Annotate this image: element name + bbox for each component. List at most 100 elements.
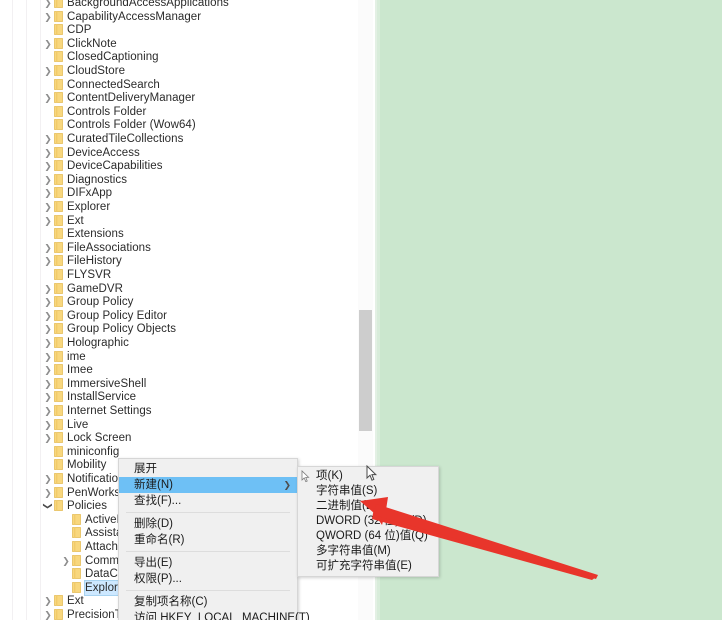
tree-item[interactable]: ❯ ClickNote <box>0 37 117 51</box>
chevron-right-icon[interactable]: ❯ <box>42 350 54 364</box>
tree-item[interactable]: ❯ Group Policy <box>0 295 133 309</box>
context-menu-item[interactable]: 权限(P)... <box>119 571 297 587</box>
submenu-item[interactable]: 二进制值(B) <box>298 499 438 514</box>
context-menu-item[interactable]: 展开 <box>119 461 297 477</box>
chevron-right-icon[interactable]: ❯ <box>42 486 54 500</box>
chevron-right-icon[interactable]: ❯ <box>42 390 54 404</box>
chevron-right-icon[interactable]: ❯ <box>42 295 54 309</box>
context-menu-item[interactable]: 查找(F)... <box>119 493 297 509</box>
chevron-right-icon[interactable]: ❯ <box>42 431 54 445</box>
tree-item[interactable]: ❯ CuratedTileCollections <box>0 132 183 146</box>
context-menu-item[interactable]: 新建(N) ❯ <box>119 477 297 493</box>
chevron-right-icon[interactable]: ❯ <box>42 594 54 608</box>
tree-item[interactable]: ❯ Diagnostics <box>0 173 127 187</box>
chevron-right-icon[interactable]: ❯ <box>42 159 54 173</box>
chevron-right-icon[interactable]: ❯ <box>42 336 54 350</box>
chevron-right-icon[interactable]: ❯ <box>42 254 54 268</box>
tree-item[interactable]: ❯ Ext <box>0 214 84 228</box>
chevron-right-icon[interactable]: ❯ <box>42 608 54 620</box>
chevron-right-icon[interactable]: ❯ <box>42 64 54 78</box>
chevron-right-icon[interactable]: ❯ <box>42 363 54 377</box>
tree-item[interactable]: ❯ DeviceCapabilities <box>0 159 163 173</box>
submenu-item-label: 多字符串值(M) <box>316 545 391 557</box>
tree-item[interactable]: ❯ Notifications <box>0 472 130 486</box>
context-menu-item[interactable]: 重命名(R) <box>119 532 297 548</box>
context-menu-item[interactable]: 导出(E) <box>119 555 297 571</box>
vertical-scrollbar-thumb[interactable] <box>359 310 372 431</box>
tree-item[interactable]: ❯ Policies <box>0 499 107 513</box>
folder-icon <box>54 364 63 376</box>
folder-icon <box>54 391 63 403</box>
chevron-right-icon[interactable]: ❯ <box>42 418 54 432</box>
tree-item[interactable]: ❯ Comms <box>0 554 125 568</box>
tree-item[interactable]: ❯ CapabilityAccessManager <box>0 10 201 24</box>
tree-item[interactable]: ❯ BackgroundAccessApplications <box>0 0 229 10</box>
context-menu[interactable]: 展开 新建(N) ❯ 查找(F)... 删除(D) 重命名(R) 导出(E) 权限(P)...… <box>118 458 310 620</box>
tree-item[interactable]: ❯ Ext <box>0 594 84 608</box>
tree-item[interactable]: Explorer <box>0 579 130 596</box>
tree-item[interactable]: ❯ Holographic <box>0 336 129 350</box>
tree-item[interactable]: ❯ GameDVR <box>0 282 123 296</box>
chevron-right-icon[interactable]: ❯ <box>42 146 54 160</box>
context-menu-item-label: 查找(F)... <box>134 495 182 507</box>
context-menu-item[interactable]: 访问 HKEY_LOCAL_MACHINE(T) <box>119 610 310 620</box>
submenu-item[interactable]: 字符串值(S) <box>298 484 438 499</box>
chevron-down-icon[interactable]: ❯ <box>41 500 55 512</box>
context-menu-item[interactable]: 删除(D) <box>119 516 297 532</box>
tree-item[interactable]: ❯ Explorer <box>0 200 110 214</box>
context-menu-item[interactable]: 复制项名称(C) <box>119 594 297 610</box>
tree-item[interactable]: ❯ Group Policy Editor <box>0 309 167 323</box>
submenu-item[interactable]: 可扩充字符串值(E) <box>298 559 438 574</box>
tree-item[interactable]: ❯ ImmersiveShell <box>0 377 146 391</box>
tree-item[interactable]: Mobility <box>0 458 106 472</box>
tree-item[interactable]: ❯ ime <box>0 350 86 364</box>
tree-item[interactable]: ClosedCaptioning <box>0 50 159 64</box>
chevron-right-icon[interactable]: ❯ <box>42 309 54 323</box>
new-submenu[interactable]: 项(K) 字符串值(S) 二进制值(B) DWORD (32 位)值(D) QWORD … <box>297 466 439 577</box>
tree-item[interactable]: ❯ Imee <box>0 363 93 377</box>
tree-item[interactable]: ❯ Group Policy Objects <box>0 322 176 336</box>
chevron-right-icon[interactable]: ❯ <box>42 377 54 391</box>
chevron-right-icon[interactable]: ❯ <box>42 132 54 146</box>
tree-item[interactable]: FLYSVR <box>0 268 111 282</box>
chevron-right-icon[interactable]: ❯ <box>42 37 54 51</box>
chevron-right-icon[interactable]: ❯ <box>42 0 54 10</box>
tree-item[interactable]: ConnectedSearch <box>0 78 160 92</box>
chevron-right-icon[interactable]: ❯ <box>42 241 54 255</box>
folder-icon <box>54 609 63 620</box>
chevron-right-icon[interactable]: ❯ <box>42 472 54 486</box>
chevron-right-icon[interactable]: ❯ <box>42 404 54 418</box>
chevron-right-icon[interactable]: ❯ <box>42 91 54 105</box>
tree-item[interactable]: ❯ CloudStore <box>0 64 125 78</box>
chevron-right-icon[interactable]: ❯ <box>42 322 54 336</box>
chevron-right-icon[interactable]: ❯ <box>42 282 54 296</box>
chevron-right-icon[interactable]: ❯ <box>42 10 54 24</box>
tree-item[interactable]: ❯ DeviceAccess <box>0 146 140 160</box>
chevron-right-icon[interactable]: ❯ <box>42 186 54 200</box>
tree-item-label: Explorer <box>67 201 111 213</box>
tree-item[interactable]: ❯ InstallService <box>0 390 136 404</box>
folder-icon <box>54 228 63 240</box>
tree-item-label: FileHistory <box>67 255 122 268</box>
submenu-item[interactable]: 多字符串值(M) <box>298 544 438 559</box>
tree-item[interactable]: ❯ DIFxApp <box>0 186 112 200</box>
chevron-right-icon[interactable]: ❯ <box>42 214 54 228</box>
tree-item[interactable]: Controls Folder <box>0 105 146 119</box>
tree-item[interactable]: ❯ Internet Settings <box>0 404 152 418</box>
tree-item[interactable]: ❯ Live <box>0 418 88 432</box>
chevron-right-icon[interactable]: ❯ <box>42 200 54 214</box>
submenu-item[interactable]: DWORD (32 位)值(D) <box>298 514 438 529</box>
tree-item[interactable]: CDP <box>0 23 91 37</box>
chevron-right-icon[interactable]: ❯ <box>42 173 54 187</box>
tree-item[interactable]: miniconfig <box>0 445 119 459</box>
tree-item[interactable]: ❯ FileHistory <box>0 254 122 268</box>
tree-item[interactable]: Extensions <box>0 227 124 241</box>
tree-item[interactable]: Controls Folder (Wow64) <box>0 118 196 132</box>
folder-icon <box>54 10 63 22</box>
tree-item[interactable]: ❯ FileAssociations <box>0 241 151 255</box>
tree-item[interactable]: ❯ ContentDeliveryManager <box>0 91 195 105</box>
tree-item[interactable]: ❯ Lock Screen <box>0 431 131 445</box>
submenu-item[interactable]: QWORD (64 位)值(Q) <box>298 529 438 544</box>
chevron-right-icon[interactable]: ❯ <box>60 554 72 568</box>
